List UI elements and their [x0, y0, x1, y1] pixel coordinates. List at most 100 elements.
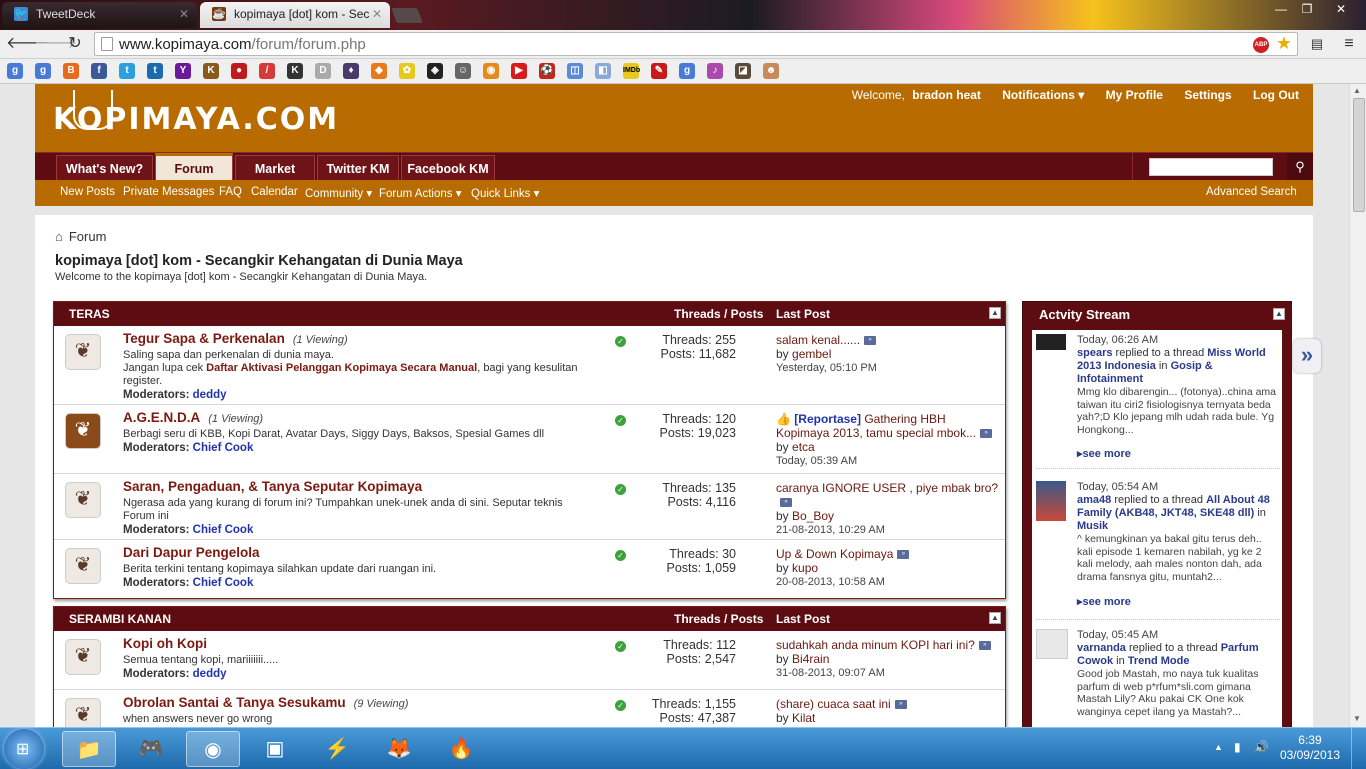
moderator-link[interactable]: Chief Cook [193, 577, 254, 589]
tab-market[interactable]: Market [235, 155, 315, 181]
scroll-down-icon[interactable]: ▼ [1353, 714, 1361, 723]
chrome-menu-icon[interactable]: ≡ [1338, 34, 1360, 54]
advanced-search-link[interactable]: Advanced Search [1206, 186, 1297, 198]
youtube-bookmark-icon[interactable]: ▶ [511, 63, 527, 79]
volume-icon[interactable]: 🔊 [1254, 740, 1269, 754]
bookmark-icon[interactable]: ◧ [595, 63, 611, 79]
gamepad-taskbar-icon[interactable]: 🎮 [124, 731, 178, 767]
network-icon[interactable]: ▮ [1234, 740, 1241, 754]
back-icon[interactable]: 🡐 [6, 34, 49, 54]
bookmark-icon[interactable]: ◉ [483, 63, 499, 79]
forum-title[interactable]: Tegur Sapa & Perkenalan (1 Viewing) [123, 331, 348, 346]
site-logo[interactable]: KOPIMAYA.COM [53, 102, 339, 137]
search-input[interactable] [1149, 158, 1273, 176]
bookmark-star-icon[interactable]: ★ [1276, 33, 1292, 54]
restore-button[interactable]: ❐ [1294, 0, 1320, 18]
forum-title[interactable]: Kopi oh Kopi [123, 636, 207, 651]
last-post-author[interactable]: kupo [792, 561, 818, 575]
extension-icon[interactable]: ▤ [1306, 34, 1328, 54]
quick-links-menu[interactable]: Quick Links ▾ [471, 186, 539, 200]
activity-user[interactable]: ama48 [1077, 494, 1111, 506]
section-title[interactable]: TERAS [69, 302, 110, 326]
new-tab-button[interactable] [391, 8, 423, 23]
go-to-post-icon[interactable]: » [978, 641, 991, 651]
show-desktop-button[interactable] [1351, 728, 1366, 769]
google-bookmark-icon[interactable]: g [7, 63, 23, 79]
moderator-link[interactable]: Chief Cook [193, 524, 254, 536]
faq-link[interactable]: FAQ [219, 186, 242, 198]
last-post-author[interactable]: gembel [792, 347, 831, 361]
home-icon[interactable]: ⌂ [55, 229, 63, 244]
url-text[interactable]: www.kopimaya.com/forum/forum.php [119, 36, 366, 53]
moderator-link[interactable]: Chief Cook [193, 442, 254, 454]
forum-title[interactable]: A.G.E.N.D.A (1 Viewing) [123, 410, 263, 425]
close-tab-icon[interactable]: ✕ [372, 2, 382, 26]
settings-link[interactable]: Settings [1184, 88, 1231, 102]
aktivasi-link[interactable]: Daftar Aktivasi Pelanggan Kopimaya Secar… [206, 362, 477, 374]
close-window-button[interactable]: ✕ [1326, 0, 1356, 18]
username-link[interactable]: bradon heat [912, 88, 981, 102]
tab-forum[interactable]: Forum [155, 153, 233, 181]
bookmark-icon[interactable]: D [315, 63, 331, 79]
address-bar[interactable]: www.kopimaya.com/forum/forum.php ABP ★ [94, 32, 1298, 56]
activity-forum[interactable]: Musik [1077, 520, 1108, 532]
bookmark-icon[interactable]: ♪ [707, 63, 723, 79]
winamp-taskbar-icon[interactable]: ⚡ [310, 731, 364, 767]
see-more-link[interactable]: ▸see more [1077, 595, 1131, 608]
last-post-title[interactable]: (share) cuaca saat ini [776, 697, 891, 711]
go-to-post-icon[interactable]: » [894, 700, 907, 710]
moderator-link[interactable]: deddy [193, 668, 227, 680]
go-to-post-icon[interactable]: » [864, 336, 877, 346]
search-icon[interactable]: ⚲ [1287, 153, 1313, 181]
tab-kopimaya[interactable]: ☕ kopimaya [dot] kom - Sec ✕ [200, 2, 390, 28]
bookmark-icon[interactable]: ♦ [343, 63, 359, 79]
last-post-author[interactable]: Bo_Boy [792, 509, 834, 523]
activity-forum[interactable]: Trend Mode [1128, 655, 1190, 667]
start-button[interactable]: ⊞ [4, 729, 44, 769]
google-bookmark-icon[interactable]: g [35, 63, 51, 79]
kg-bookmark-icon[interactable]: K [287, 63, 303, 79]
google-bookmark-icon[interactable]: g [679, 63, 695, 79]
forum-title[interactable]: Obrolan Santai & Tanya Sesukamu (9 Viewin… [123, 695, 408, 710]
tab-facebook-km[interactable]: Facebook KM [401, 155, 495, 181]
twitter-bookmark-icon[interactable]: t [147, 63, 163, 79]
go-to-post-icon[interactable]: » [897, 550, 910, 560]
last-post-title[interactable]: caranya IGNORE USER , piye mbak bro? [776, 481, 998, 495]
forum-title[interactable]: Dari Dapur Pengelola [123, 545, 260, 560]
reload-icon[interactable]: ↻ [64, 34, 86, 54]
bookmark-icon[interactable]: ✎ [651, 63, 667, 79]
collapse-icon[interactable]: ▲ [1273, 308, 1285, 320]
bookmark-icon[interactable]: ◫ [567, 63, 583, 79]
see-more-link[interactable]: ▸see more [1077, 447, 1131, 460]
breadcrumb-forum[interactable]: Forum [69, 229, 107, 244]
forward-icon[interactable]: 🡒 [34, 34, 77, 54]
bookmark-icon[interactable]: ◆ [371, 63, 387, 79]
bookmark-icon[interactable]: ✿ [399, 63, 415, 79]
private-messages-link[interactable]: Private Messages [123, 186, 214, 198]
last-post-author[interactable]: etca [792, 440, 815, 454]
imdb-bookmark-icon[interactable]: IMDb [623, 63, 640, 79]
collapse-icon[interactable]: ▲ [989, 307, 1001, 319]
forum-actions-menu[interactable]: Forum Actions ▾ [379, 186, 461, 200]
last-post-author[interactable]: Kilat [792, 711, 815, 725]
logout-link[interactable]: Log Out [1253, 88, 1299, 102]
collapse-icon[interactable]: ▲ [989, 612, 1001, 624]
minimize-button[interactable]: — [1268, 0, 1294, 18]
calendar-link[interactable]: Calendar [251, 186, 298, 198]
forum-title[interactable]: Saran, Pengaduan, & Tanya Seputar Kopima… [123, 479, 422, 494]
avatar[interactable] [1036, 481, 1066, 521]
chrome-taskbar-icon[interactable]: ◉ [186, 731, 240, 767]
activity-user[interactable]: varnanda [1077, 642, 1126, 654]
moderator-link[interactable]: deddy [193, 389, 227, 401]
explorer-taskbar-icon[interactable]: 📁 [62, 731, 116, 767]
avatar[interactable] [1036, 334, 1066, 350]
bookmark-icon[interactable]: ⚽ [539, 63, 555, 79]
activity-user[interactable]: spears [1077, 347, 1112, 359]
tray-expand-icon[interactable]: ▲ [1214, 742, 1223, 752]
my-profile-link[interactable]: My Profile [1106, 88, 1163, 102]
bookmark-icon[interactable]: ◈ [427, 63, 443, 79]
scrollbar-thumb[interactable] [1353, 98, 1365, 212]
presentation-taskbar-icon[interactable]: ▣ [248, 731, 302, 767]
bookmark-icon[interactable]: ☻ [763, 63, 779, 79]
bookmark-icon[interactable]: ◪ [735, 63, 751, 79]
